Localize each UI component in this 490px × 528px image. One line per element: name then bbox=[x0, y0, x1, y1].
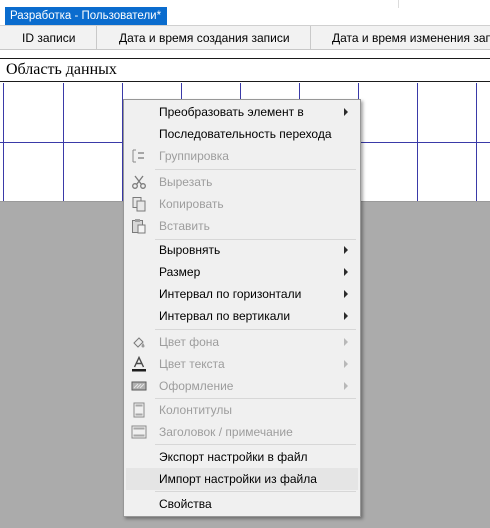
tab-strip-divider bbox=[398, 0, 399, 8]
menu-item-label: Преобразовать элемент в bbox=[159, 105, 304, 119]
column-header-modified[interactable]: Дата и время изменения записи bbox=[311, 26, 490, 49]
menu-item-label: Свойства bbox=[159, 497, 212, 511]
menu-item-convert-element[interactable]: Преобразовать элемент в bbox=[126, 101, 358, 123]
submenu-arrow-icon bbox=[344, 382, 348, 390]
submenu-arrow-icon bbox=[344, 108, 348, 116]
menu-item-copy[interactable]: Копировать bbox=[126, 193, 358, 215]
menu-item-label: Последовательность перехода bbox=[159, 127, 332, 141]
text-color-icon bbox=[132, 356, 146, 372]
menu-item-label: Колонтитулы bbox=[159, 403, 233, 417]
menu-item-label: Размер bbox=[159, 265, 201, 279]
submenu-arrow-icon bbox=[344, 338, 348, 346]
grouping-icon bbox=[132, 149, 144, 163]
document-tab-strip: Разработка - Пользователи* bbox=[0, 0, 490, 25]
menu-item-cut[interactable]: Вырезать bbox=[126, 171, 358, 193]
column-header-id[interactable]: ID записи bbox=[0, 26, 97, 49]
menu-item-label: Выровнять bbox=[159, 243, 221, 257]
menu-item-align[interactable]: Выровнять bbox=[126, 239, 358, 261]
effect-icon bbox=[131, 381, 147, 391]
menu-item-label: Цвет фона bbox=[159, 335, 220, 349]
paste-icon bbox=[132, 219, 146, 234]
submenu-arrow-icon bbox=[344, 268, 348, 276]
menu-item-grouping[interactable]: Группировка bbox=[126, 145, 358, 167]
section-header-detail[interactable]: Область данных bbox=[0, 58, 490, 82]
menu-item-label: Вставить bbox=[159, 219, 210, 233]
column-header-label: ID записи bbox=[22, 31, 76, 45]
menu-item-label: Оформление bbox=[159, 379, 234, 393]
submenu-arrow-icon bbox=[344, 290, 348, 298]
menu-item-label: Интервал по вертикали bbox=[159, 309, 291, 323]
menu-separator bbox=[155, 444, 356, 445]
menu-item-import-settings[interactable]: Импорт настройки из файла bbox=[126, 468, 358, 490]
menu-item-form-header[interactable]: Заголовок / примечание bbox=[126, 421, 358, 443]
menu-item-label: Заголовок / примечание bbox=[159, 425, 293, 439]
submenu-arrow-icon bbox=[344, 312, 348, 320]
menu-item-export-settings[interactable]: Экспорт настройки в файл bbox=[126, 446, 358, 468]
menu-item-label: Интервал по горизонтали bbox=[159, 287, 302, 301]
submenu-arrow-icon bbox=[344, 246, 348, 254]
fill-color-icon bbox=[133, 337, 145, 348]
menu-item-label: Копировать bbox=[159, 197, 224, 211]
menu-separator bbox=[155, 491, 356, 492]
tab-users-design[interactable]: Разработка - Пользователи* bbox=[5, 7, 168, 25]
menu-item-label: Цвет текста bbox=[159, 357, 225, 371]
menu-separator bbox=[155, 329, 356, 330]
column-header-label: Дата и время создания записи bbox=[119, 31, 290, 45]
column-header-created[interactable]: Дата и время создания записи bbox=[97, 26, 311, 49]
menu-item-label: Группировка bbox=[159, 149, 229, 163]
scissors-icon bbox=[132, 175, 146, 189]
column-header-row: ID записи Дата и время создания записи Д… bbox=[0, 25, 490, 50]
menu-item-size[interactable]: Размер bbox=[126, 261, 358, 283]
menu-separator bbox=[155, 169, 356, 170]
menu-item-properties[interactable]: Свойства bbox=[126, 493, 358, 515]
menu-item-tab-order[interactable]: Последовательность перехода bbox=[126, 123, 358, 145]
context-menu: Преобразовать элемент в Последовательнос… bbox=[123, 99, 361, 517]
menu-item-text-color[interactable]: Цвет текста bbox=[126, 353, 358, 375]
menu-item-label: Вырезать bbox=[159, 175, 213, 189]
menu-item-page-header[interactable]: Колонтитулы bbox=[126, 399, 358, 421]
submenu-arrow-icon bbox=[344, 360, 348, 368]
menu-item-special-effect[interactable]: Оформление bbox=[126, 375, 358, 397]
menu-item-label: Экспорт настройки в файл bbox=[159, 450, 308, 464]
form-header-icon bbox=[131, 425, 147, 439]
menu-item-horizontal-spacing[interactable]: Интервал по горизонтали bbox=[126, 283, 358, 305]
copy-icon bbox=[132, 197, 146, 212]
menu-item-label: Импорт настройки из файла bbox=[159, 472, 317, 486]
menu-item-vertical-spacing[interactable]: Интервал по вертикали bbox=[126, 305, 358, 327]
menu-item-paste[interactable]: Вставить bbox=[126, 215, 358, 237]
menu-item-fill-color[interactable]: Цвет фона bbox=[126, 331, 358, 353]
column-header-label: Дата и время изменения записи bbox=[332, 31, 490, 45]
page-header-icon bbox=[133, 402, 145, 418]
